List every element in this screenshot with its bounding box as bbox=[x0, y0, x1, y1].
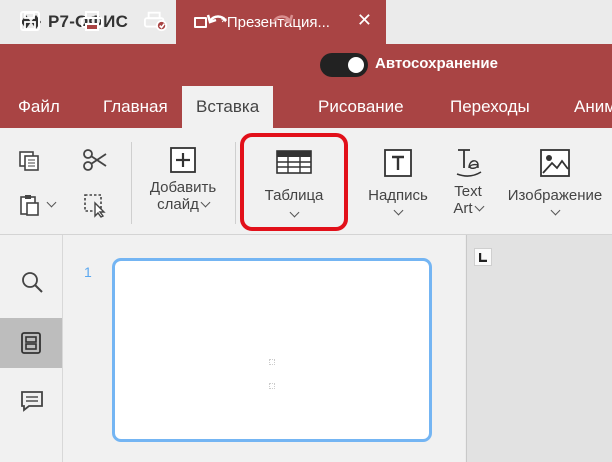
chevron-down-icon bbox=[393, 205, 403, 216]
placeholder-mark bbox=[269, 359, 275, 365]
text-art-label-line2: Art bbox=[442, 200, 494, 217]
slides-panel-toggle[interactable] bbox=[0, 318, 62, 368]
tab-insert[interactable]: Вставка bbox=[182, 86, 274, 128]
table-highlight-frame bbox=[240, 133, 348, 231]
tab-home[interactable]: Главная bbox=[103, 86, 168, 128]
text-box-button[interactable]: Надпись bbox=[360, 148, 436, 222]
copy-icon[interactable] bbox=[18, 150, 42, 177]
tab-transitions[interactable]: Переходы bbox=[450, 86, 530, 128]
tab-stop-icon bbox=[479, 253, 487, 262]
add-slide-button[interactable]: Добавить слайд bbox=[137, 146, 229, 213]
text-art-label-line1: Text bbox=[454, 183, 482, 200]
slide-editor-area[interactable] bbox=[466, 235, 612, 462]
slide-thumbnail[interactable] bbox=[112, 258, 432, 442]
text-art-button[interactable]: Text Art bbox=[442, 146, 494, 217]
tab-draw[interactable]: Рисование bbox=[318, 86, 404, 128]
quick-toolbar bbox=[0, 44, 612, 86]
ruler-tab-selector[interactable] bbox=[474, 248, 492, 266]
comments-icon[interactable] bbox=[20, 389, 44, 418]
ribbon-separator bbox=[235, 142, 236, 224]
select-all-icon[interactable] bbox=[82, 192, 108, 223]
quick-print-icon[interactable] bbox=[144, 10, 168, 32]
image-button[interactable]: Изображение bbox=[498, 148, 612, 222]
toggle-knob bbox=[348, 57, 364, 73]
save-icon[interactable] bbox=[18, 10, 42, 32]
redo-icon[interactable] bbox=[270, 10, 294, 32]
close-tab-icon[interactable]: ✕ bbox=[357, 10, 372, 31]
image-label: Изображение bbox=[507, 187, 603, 204]
text-art-icon bbox=[456, 149, 482, 177]
paste-button[interactable] bbox=[18, 193, 57, 217]
cut-icon[interactable] bbox=[82, 148, 108, 177]
slides-icon bbox=[21, 332, 41, 354]
placeholder-mark bbox=[269, 383, 275, 389]
autosave-toggle[interactable] bbox=[320, 53, 368, 77]
tab-animation[interactable]: Анимация bbox=[574, 86, 612, 128]
chevron-down-icon bbox=[46, 197, 57, 207]
autosave-label: Автосохранение bbox=[375, 55, 498, 72]
chevron-down-icon bbox=[550, 205, 560, 216]
add-slide-label-line2: слайд bbox=[137, 196, 229, 213]
add-slide-label-line1: Добавить bbox=[149, 179, 217, 196]
text-box-icon bbox=[384, 149, 412, 177]
undo-icon[interactable] bbox=[206, 10, 230, 32]
slide-number: 1 bbox=[84, 264, 92, 280]
print-icon[interactable] bbox=[80, 10, 104, 32]
tab-file[interactable]: Файл bbox=[18, 86, 60, 128]
ribbon-separator bbox=[131, 142, 132, 224]
image-icon bbox=[540, 149, 570, 177]
chevron-down-icon bbox=[474, 201, 485, 212]
chevron-down-icon bbox=[200, 197, 211, 208]
add-slide-icon bbox=[170, 147, 196, 173]
paste-icon bbox=[20, 195, 39, 216]
text-box-label: Надпись bbox=[368, 187, 428, 204]
search-icon[interactable] bbox=[20, 270, 44, 299]
